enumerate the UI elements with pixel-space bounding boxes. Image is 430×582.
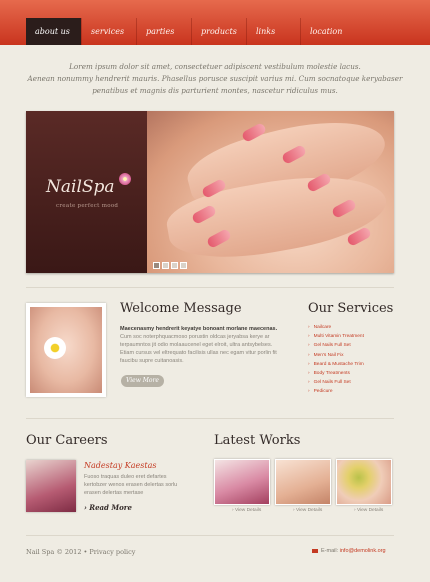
intro-line: penatibus et magnis dis parturient monte… bbox=[92, 86, 338, 95]
welcome-body: Cum soc noterphquacmoso porustin oldcas … bbox=[120, 334, 277, 364]
service-item[interactable]: Beard & Mustache Trim bbox=[308, 360, 364, 369]
email-label: E-mail: bbox=[321, 548, 339, 554]
envelope-icon bbox=[312, 548, 318, 553]
nav-services[interactable]: services bbox=[81, 18, 136, 45]
read-more-link[interactable]: › Read More bbox=[84, 503, 132, 512]
services-list: Nailcare Multi Vitamin Treatment Gel Nai… bbox=[308, 323, 364, 397]
intro-text: Lorem ipsum dolor sit amet, consectetuer… bbox=[0, 61, 430, 97]
work-details-link-3[interactable]: › View Details bbox=[354, 508, 383, 513]
divider bbox=[26, 418, 394, 419]
slider-dot-1[interactable] bbox=[153, 262, 160, 269]
work-label: View Details bbox=[234, 508, 262, 513]
divider bbox=[26, 287, 394, 288]
nav-location[interactable]: location bbox=[300, 18, 356, 45]
career-name[interactable]: Nadestay Kaestas bbox=[84, 461, 156, 470]
work-details-link-2[interactable]: › View Details bbox=[293, 508, 322, 513]
logo-text: NailSpa bbox=[46, 177, 115, 197]
intro-line: Lorem ipsum dolor sit amet, consectetuer… bbox=[69, 62, 361, 71]
hero-brand-panel: NailSpa create perfect mood bbox=[26, 111, 147, 273]
service-item[interactable]: Gel Nails Full Set bbox=[308, 341, 364, 350]
welcome-lead: Maecenasmy hendrerit keyatye bonoant mor… bbox=[120, 326, 278, 332]
welcome-text: Maecenasmy hendrerit keyatye bonoant mor… bbox=[120, 325, 280, 365]
hero-slider[interactable]: NailSpa create perfect mood bbox=[26, 111, 394, 273]
daisy-icon bbox=[44, 337, 66, 359]
service-item[interactable]: Gel Nails Full Set bbox=[308, 378, 364, 387]
nav-parties[interactable]: parties bbox=[136, 18, 191, 45]
work-label: View Details bbox=[295, 508, 323, 513]
work-label: View Details bbox=[356, 508, 384, 513]
careers-title: Our Careers bbox=[26, 433, 108, 448]
works-title: Latest Works bbox=[214, 433, 301, 448]
service-item[interactable]: Nailcare bbox=[308, 323, 364, 332]
welcome-title: Welcome Message bbox=[120, 301, 242, 316]
footer-contact: E-mail: info@demolink.org bbox=[312, 548, 386, 554]
welcome-image-frame bbox=[26, 303, 106, 397]
slider-dot-3[interactable] bbox=[171, 262, 178, 269]
email-link[interactable]: info@demolink.org bbox=[340, 548, 386, 554]
divider bbox=[26, 535, 394, 536]
service-item[interactable]: Men's Nail Fix bbox=[308, 351, 364, 360]
career-text: Fuoso traquas duleo eret defartes kertob… bbox=[84, 474, 178, 496]
intro-line: Aenean nonummy hendrerit mauris. Phasell… bbox=[27, 74, 403, 83]
nav-products[interactable]: products bbox=[191, 18, 246, 45]
hero-image bbox=[147, 111, 394, 273]
footer-copyright[interactable]: Nail Spa © 2012 • Privacy policy bbox=[26, 548, 135, 556]
nav-links[interactable]: links bbox=[246, 18, 300, 45]
service-item[interactable]: Multi Vitamin Treatment bbox=[308, 332, 364, 341]
work-details-link-1[interactable]: › View Details bbox=[232, 508, 261, 513]
tagline: create perfect mood bbox=[56, 203, 119, 209]
service-item[interactable]: Body Treatments bbox=[308, 369, 364, 378]
slider-pagination bbox=[153, 262, 187, 269]
view-more-button[interactable]: View More bbox=[121, 375, 164, 387]
service-item[interactable]: Pedicure bbox=[308, 387, 364, 396]
slider-dot-4[interactable] bbox=[180, 262, 187, 269]
feet-image bbox=[30, 307, 102, 393]
flower-icon bbox=[119, 173, 131, 185]
nav-about-us[interactable]: about us bbox=[26, 18, 81, 45]
read-more-label: Read More bbox=[89, 503, 132, 512]
work-thumb-1[interactable] bbox=[214, 459, 270, 505]
slider-dot-2[interactable] bbox=[162, 262, 169, 269]
career-image bbox=[26, 460, 76, 512]
services-title: Our Services bbox=[308, 301, 394, 316]
work-thumb-2[interactable] bbox=[275, 459, 331, 505]
work-thumb-3[interactable] bbox=[336, 459, 392, 505]
main-nav: about us services parties products links… bbox=[26, 18, 356, 45]
